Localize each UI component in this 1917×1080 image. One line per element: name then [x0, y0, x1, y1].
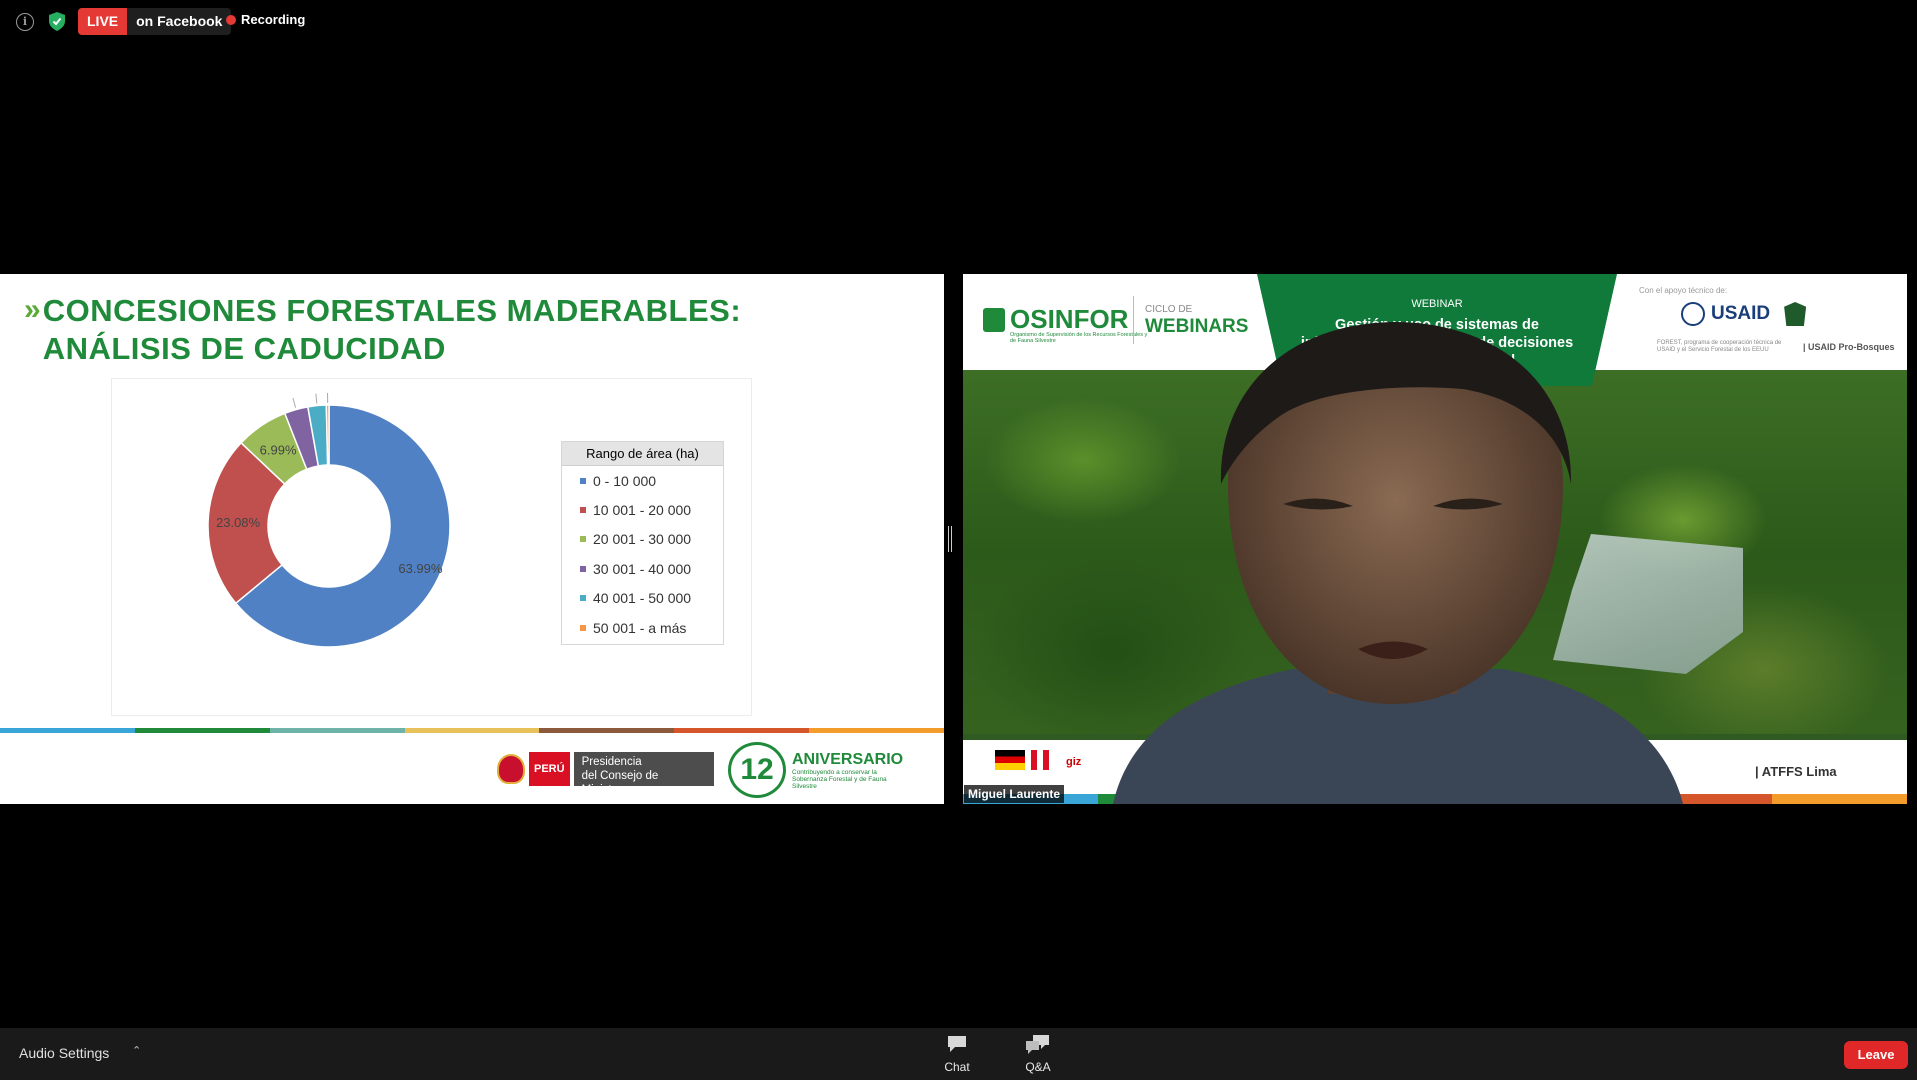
legend-swatch — [580, 565, 586, 572]
legend-label: 40 001 - 50 000 — [593, 590, 692, 607]
donut-data-label: 3.15% — [257, 379, 294, 381]
legend-title: Rango de área (ha) — [562, 442, 723, 466]
legend-item: 20 001 - 30 000 — [562, 525, 723, 554]
recording-dot-icon — [226, 14, 236, 25]
slide-title-line1: CONCESIONES FORESTALES MADERABLES: — [42, 293, 742, 328]
label-leader-line — [315, 393, 318, 404]
anniversary-subtitle: Contribuyendo a conservar la Sobernanza … — [792, 768, 887, 790]
info-icon[interactable]: i — [16, 13, 34, 31]
peru-label: PERÚ — [529, 752, 570, 786]
pcm-label: Presidencia del Consejo de Ministros — [573, 752, 714, 796]
top-bar: i LIVE on Facebook Recording — [0, 0, 1917, 44]
legend-label: 20 001 - 30 000 — [593, 531, 692, 548]
legend-swatch — [580, 624, 586, 631]
chat-button[interactable]: Chat — [927, 1034, 987, 1074]
donut-data-label: 6.99% — [260, 443, 297, 458]
legend-item: 50 001 - a más — [562, 613, 723, 642]
legend-swatch — [580, 536, 586, 543]
recording-label: Recording — [241, 12, 306, 27]
slide-title-line2: ANÁLISIS DE CADUCIDAD — [42, 331, 446, 366]
speaker-video[interactable]: OSINFOR Organismo de Supervisión de los … — [963, 274, 1907, 804]
live-stream-indicator[interactable]: LIVE on Facebook — [78, 8, 232, 35]
shield-check-icon[interactable] — [49, 12, 65, 31]
anniversary-title: ANIVERSARIO — [792, 750, 904, 768]
chat-bubble-icon — [948, 1036, 966, 1052]
audio-settings-button[interactable]: Audio Settings — [19, 1045, 109, 1061]
chevron-up-icon[interactable]: ⌃ — [132, 1044, 141, 1057]
legend-label: 0 - 10 000 — [593, 472, 657, 489]
qa-label: Q&A — [1025, 1060, 1051, 1074]
legend-item: 10 001 - 20 000 — [562, 495, 723, 524]
speaker-person-image — [1113, 322, 1683, 804]
slide-title-block: » CONCESIONES FORESTALES MADERABLES: ANÁ… — [24, 292, 741, 368]
legend-label: 30 001 - 40 000 — [593, 560, 692, 577]
chart-legend: Rango de área (ha) 0 - 10 000 10 001 - 20… — [561, 441, 724, 645]
live-badge: LIVE — [78, 8, 128, 35]
qa-button[interactable]: Q&A — [1008, 1034, 1068, 1074]
live-destination: on Facebook — [127, 8, 232, 35]
leave-button[interactable]: Leave — [1844, 1041, 1908, 1069]
shared-slide: » CONCESIONES FORESTALES MADERABLES: ANÁ… — [0, 274, 944, 804]
slide-color-stripe — [0, 728, 944, 733]
slide-title: CONCESIONES FORESTALES MADERABLES: ANÁLI… — [43, 292, 741, 368]
label-leader-line — [292, 397, 297, 408]
chat-label: Chat — [944, 1060, 970, 1074]
legend-swatch — [580, 507, 586, 514]
double-chevron-icon: » — [24, 293, 40, 326]
legend-item: 40 001 - 50 000 — [562, 584, 723, 613]
participant-name-tag: Miguel Laurente — [964, 785, 1065, 803]
pcm-label-line1: Presidencia — [581, 756, 642, 768]
anniversary-number: 12 — [728, 742, 786, 798]
legend-label: 50 001 - a más — [593, 619, 687, 636]
legend-item: 0 - 10 000 — [562, 466, 723, 495]
recording-indicator[interactable]: Recording — [226, 12, 305, 27]
donut-data-label: 63.99% — [398, 561, 443, 576]
legend-swatch — [580, 595, 586, 602]
osinfor-anniversary-logo: 12 ANIVERSARIO Contribuyendo a conservar… — [728, 742, 903, 798]
peru-coat-of-arms-icon — [497, 754, 525, 784]
legend-item: 30 001 - 40 000 — [562, 554, 723, 583]
peru-pcm-logo: PERÚ Presidencia del Consejo de Ministro… — [497, 752, 714, 796]
view-splitter-handle[interactable] — [948, 526, 952, 552]
donut-chart: 63.99%23.08%6.99%3.15%2.45%0.35% Rango d… — [111, 378, 752, 716]
pcm-label-line2: del Consejo de Ministros — [581, 770, 659, 796]
legend-swatch — [580, 477, 586, 484]
meeting-controls-bar: Audio Settings ⌃ Chat Q&A Leave — [0, 1028, 1917, 1080]
donut-data-label: 23.08% — [216, 515, 261, 530]
donut-slice — [325, 404, 330, 466]
qa-bubbles-icon — [1026, 1035, 1049, 1054]
legend-label: 10 001 - 20 000 — [593, 502, 692, 519]
